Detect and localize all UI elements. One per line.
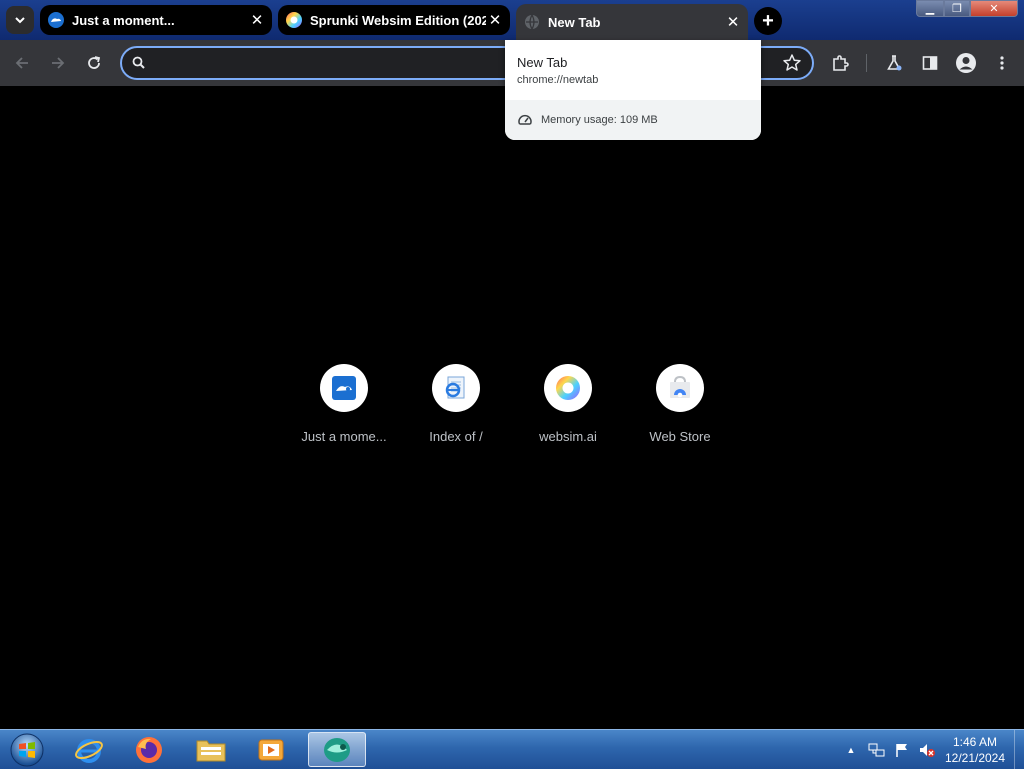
start-button[interactable] xyxy=(0,732,54,767)
tab-sprunki[interactable]: Sprunki Websim Edition (2024 ✕ xyxy=(278,5,510,35)
plus-icon: + xyxy=(762,10,774,32)
shortcut-tile xyxy=(544,364,592,412)
tab-title: Just a moment... xyxy=(72,12,175,28)
flag-icon[interactable] xyxy=(894,742,910,758)
system-tray: ▲ xyxy=(842,730,936,769)
shortcut-tile xyxy=(432,364,480,412)
shortcut-label: Index of / xyxy=(429,429,483,444)
tab-strip: Just a moment... ✕ Sprunki Websim Editio… xyxy=(0,0,1024,40)
taskbar-file-explorer[interactable] xyxy=(184,732,238,767)
restore-button[interactable]: ❐ xyxy=(944,0,970,17)
shortcut-tile xyxy=(320,364,368,412)
star-icon[interactable] xyxy=(782,53,802,73)
websim-icon xyxy=(286,12,302,28)
hover-card-title: New Tab xyxy=(517,55,568,70)
flask-icon xyxy=(887,55,902,71)
globe-icon xyxy=(524,14,540,30)
show-hidden-icons-icon[interactable]: ▲ xyxy=(842,745,860,755)
firefox-icon xyxy=(136,736,162,763)
chrome-web-store-icon xyxy=(670,376,690,398)
more-vertical-icon xyxy=(1000,56,1004,70)
internet-explorer-icon xyxy=(75,738,103,763)
app-icon xyxy=(324,737,350,762)
restore-icon: ❐ xyxy=(952,3,962,15)
shortcut-label: websim.ai xyxy=(539,429,597,444)
close-icon: ✕ xyxy=(989,3,999,15)
reload-button[interactable] xyxy=(80,49,108,77)
labs-button[interactable] xyxy=(880,49,908,77)
shortcut-label: Just a mome... xyxy=(301,429,387,444)
volume-muted-icon[interactable] xyxy=(918,742,936,758)
shortcut-websim[interactable]: websim.ai xyxy=(512,364,624,444)
network-icon[interactable] xyxy=(868,742,886,758)
cloud-icon xyxy=(48,12,64,28)
websim-icon xyxy=(556,376,580,400)
ie-page-icon xyxy=(445,376,465,399)
tab-hover-card: New Tab chrome://newtab Memory usage: 10… xyxy=(505,40,761,140)
tab-new-tab[interactable]: New Tab ✕ xyxy=(516,4,748,40)
toolbar-divider xyxy=(866,54,867,72)
close-icon[interactable]: ✕ xyxy=(248,11,266,29)
gauge-icon xyxy=(518,114,532,125)
hover-card-memory: Memory usage: 109 MB xyxy=(505,100,761,140)
extensions-button[interactable] xyxy=(826,49,854,77)
chevron-down-icon xyxy=(15,17,25,24)
side-panel-icon xyxy=(922,56,938,70)
arrow-left-icon xyxy=(15,57,28,69)
taskbar: ▲ 1:46 AM 12/21/2024 xyxy=(0,729,1024,769)
hover-card-url: chrome://newtab xyxy=(517,74,599,86)
minimize-icon: ▁ xyxy=(925,3,935,15)
close-icon[interactable]: ✕ xyxy=(724,13,742,31)
show-desktop-button[interactable] xyxy=(1014,730,1024,769)
profile-button[interactable] xyxy=(952,49,980,77)
arrow-right-icon xyxy=(52,57,65,69)
taskbar-firefox[interactable] xyxy=(122,732,176,767)
taskbar-active-app[interactable] xyxy=(308,732,366,767)
minimize-button[interactable]: ▁ xyxy=(916,0,944,17)
tab-just-a-moment[interactable]: Just a moment... ✕ xyxy=(40,5,272,35)
tab-title: New Tab xyxy=(548,14,601,30)
close-window-button[interactable]: ✕ xyxy=(970,0,1018,17)
clock[interactable]: 1:46 AM 12/21/2024 xyxy=(940,734,1010,766)
new-tab-button[interactable]: + xyxy=(754,7,782,35)
avatar-icon xyxy=(956,53,976,73)
memory-usage-label: Memory usage: 109 MB xyxy=(541,114,658,126)
windows-start-icon xyxy=(10,733,44,766)
folder-icon xyxy=(196,740,226,761)
shortcut-label: Web Store xyxy=(649,429,711,444)
cloud-icon xyxy=(332,376,356,400)
window-controls: ▁ ❐ ✕ xyxy=(916,0,1018,18)
taskbar-media-player[interactable] xyxy=(244,732,298,767)
back-button[interactable] xyxy=(8,49,36,77)
tab-title: Sprunki Websim Edition (2024 xyxy=(310,12,486,28)
side-panel-button[interactable] xyxy=(916,49,944,77)
shortcut-web-store[interactable]: Web Store xyxy=(624,364,736,444)
shortcut-tile xyxy=(656,364,704,412)
search-icon xyxy=(132,56,145,69)
close-icon[interactable]: ✕ xyxy=(486,11,504,29)
taskbar-internet-explorer[interactable] xyxy=(62,732,116,767)
clock-time: 1:46 AM xyxy=(952,735,998,749)
forward-button[interactable] xyxy=(44,49,72,77)
tab-search-button[interactable] xyxy=(6,6,34,34)
reload-icon xyxy=(88,56,101,69)
media-player-icon xyxy=(258,739,284,760)
shortcut-just-a-moment[interactable]: Just a mome... xyxy=(288,364,400,444)
puzzle-icon xyxy=(833,55,849,71)
clock-date: 12/21/2024 xyxy=(944,751,1006,765)
shortcut-index-of[interactable]: Index of / xyxy=(400,364,512,444)
menu-button[interactable] xyxy=(988,49,1016,77)
